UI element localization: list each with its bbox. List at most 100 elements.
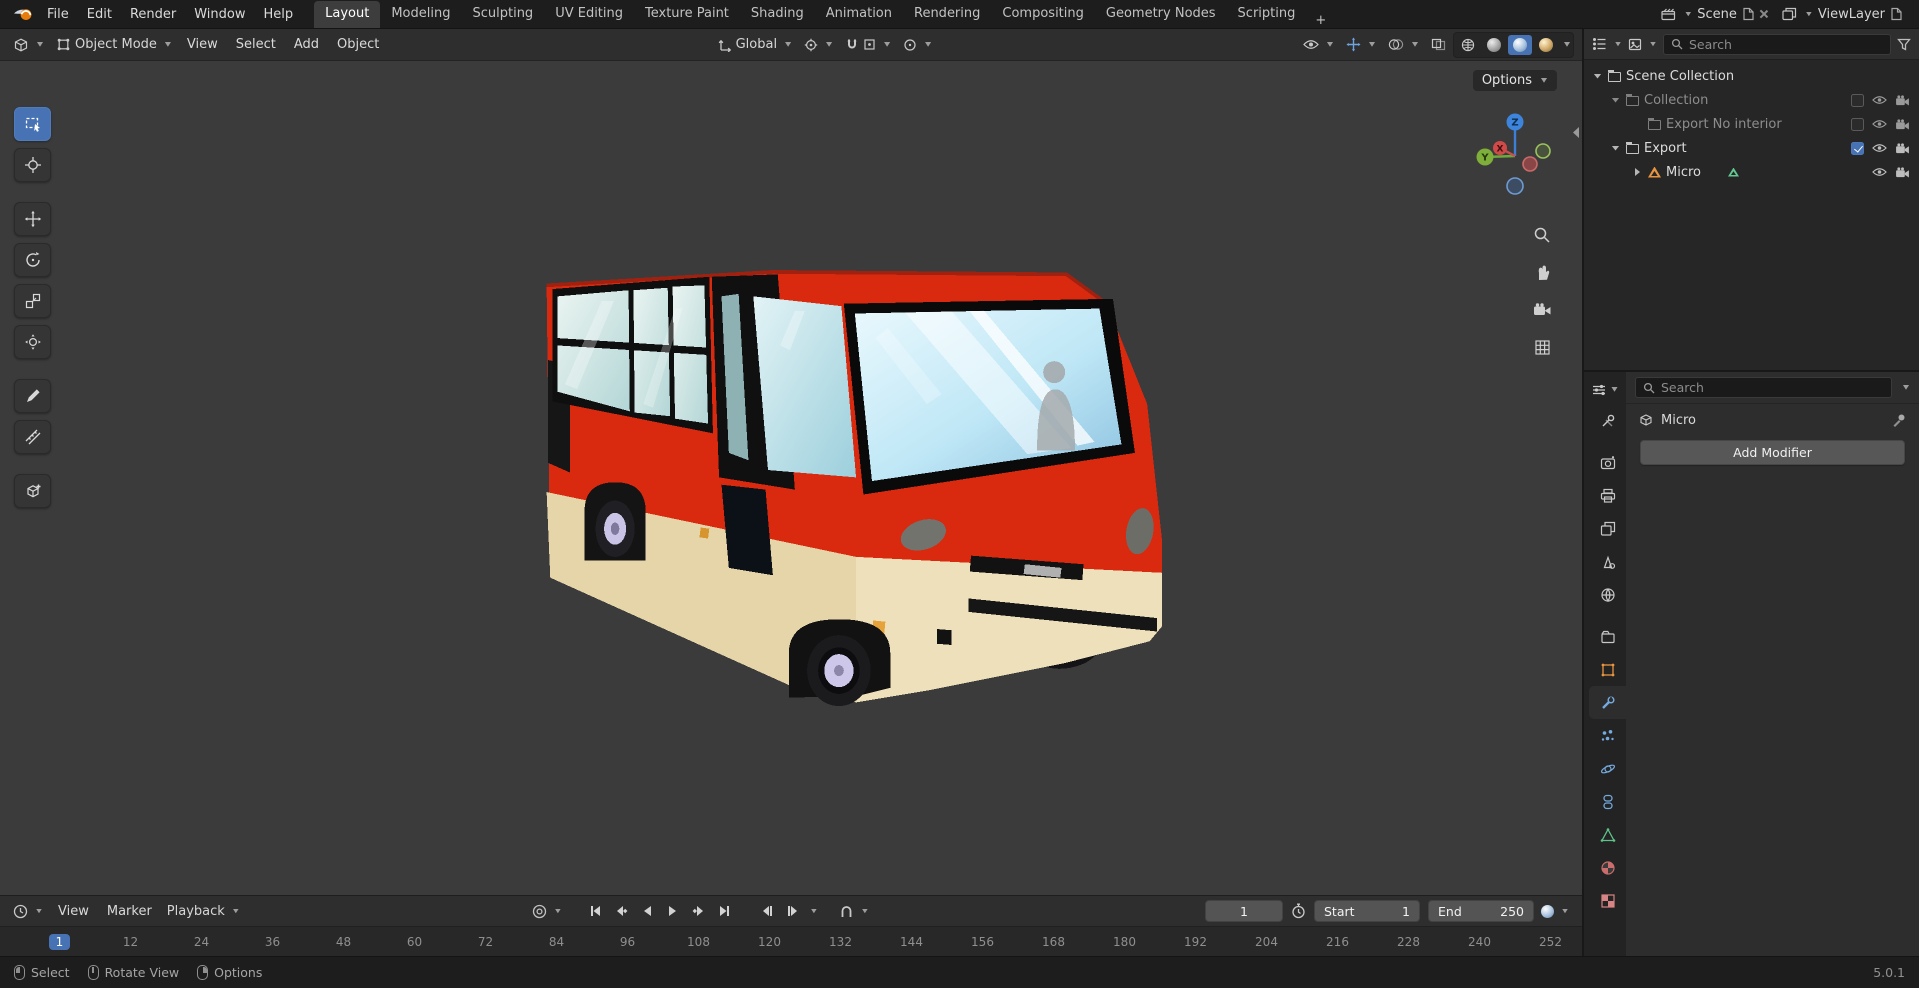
- preview-range-stopwatch-icon[interactable]: [1285, 903, 1312, 919]
- tab-texture[interactable]: [1589, 884, 1626, 917]
- properties-editor-type-button[interactable]: [1584, 375, 1626, 404]
- sidebar-collapse-arrow[interactable]: [1573, 127, 1579, 138]
- outliner-editor-type-button[interactable]: [1592, 37, 1622, 51]
- tab-physics[interactable]: [1589, 752, 1626, 785]
- viewport-menu-view[interactable]: View: [179, 37, 226, 52]
- scene-name[interactable]: Scene: [1697, 7, 1737, 22]
- options-button[interactable]: Options: [1472, 70, 1557, 91]
- mode-dropdown[interactable]: Object Mode: [51, 37, 177, 52]
- eye-icon[interactable]: [1872, 119, 1887, 129]
- workspace-tab-uv-editing[interactable]: UV Editing: [544, 1, 634, 28]
- jump-to-start-button[interactable]: [583, 900, 607, 922]
- tool-rotate[interactable]: [14, 243, 51, 277]
- tab-collection[interactable]: [1589, 620, 1626, 653]
- snapping-controls[interactable]: [840, 38, 896, 52]
- current-frame-marker[interactable]: 1: [24, 927, 95, 956]
- camera-icon[interactable]: [1895, 94, 1910, 106]
- view-layer-name[interactable]: ViewLayer: [1818, 7, 1885, 22]
- editor-type-button[interactable]: [8, 37, 49, 53]
- exclude-checkbox[interactable]: [1851, 93, 1864, 107]
- eye-icon[interactable]: [1872, 95, 1887, 105]
- tab-output[interactable]: [1589, 479, 1626, 512]
- new-view-layer-icon[interactable]: [1890, 7, 1902, 21]
- proportional-editing-controls[interactable]: [898, 38, 937, 52]
- disclosure-icon[interactable]: [1632, 168, 1643, 176]
- outliner-display-mode-button[interactable]: [1628, 38, 1657, 51]
- scene-selector[interactable]: Scene: [1656, 7, 1774, 22]
- outliner-row-scene-collection[interactable]: Scene Collection: [1584, 64, 1919, 88]
- disclosure-icon[interactable]: [1610, 145, 1621, 151]
- workspace-tab-sculpting[interactable]: Sculpting: [461, 1, 544, 28]
- view-layer-selector[interactable]: ViewLayer: [1777, 7, 1907, 22]
- chevron-down-icon[interactable]: [1902, 385, 1910, 390]
- navigation-gizmo[interactable]: Z Y X: [1472, 113, 1558, 199]
- filter-icon[interactable]: [1897, 38, 1911, 51]
- exclude-checkbox-checked[interactable]: [1851, 141, 1864, 155]
- outliner-search-input[interactable]: Search: [1663, 33, 1891, 55]
- playback-sync-dropdown[interactable]: [1536, 904, 1574, 918]
- transform-orientation-dropdown[interactable]: Global: [713, 37, 797, 52]
- frame-start-field[interactable]: Start 1: [1314, 900, 1420, 922]
- tab-constraints[interactable]: [1589, 785, 1626, 818]
- exclude-checkbox[interactable]: [1851, 117, 1864, 131]
- tool-transform[interactable]: [14, 325, 51, 359]
- shading-wireframe-button[interactable]: [1456, 35, 1480, 55]
- tool-select-box[interactable]: [14, 107, 51, 141]
- unlink-scene-icon[interactable]: [1759, 9, 1769, 19]
- disclosure-icon[interactable]: [1592, 73, 1603, 79]
- pivot-point-dropdown[interactable]: [799, 38, 838, 52]
- tab-view-layer[interactable]: [1589, 512, 1626, 545]
- workspace-tab-scripting[interactable]: Scripting: [1227, 1, 1307, 28]
- workspace-tab-layout[interactable]: Layout: [314, 1, 381, 28]
- frame-step-back-button[interactable]: [755, 900, 779, 922]
- eye-icon[interactable]: [1872, 167, 1887, 177]
- tool-measure[interactable]: [14, 420, 51, 454]
- workspace-tab-modeling[interactable]: Modeling: [380, 1, 461, 28]
- menu-help[interactable]: Help: [255, 0, 303, 28]
- outliner-row-export[interactable]: Export: [1584, 136, 1919, 160]
- timeline-snapping-controls[interactable]: [834, 904, 874, 918]
- timeline-menu-playback[interactable]: Playback: [162, 904, 245, 919]
- tool-add-cube[interactable]: [14, 474, 51, 508]
- tab-scene[interactable]: [1589, 545, 1626, 578]
- workspace-tab-geometry-nodes[interactable]: Geometry Nodes: [1095, 1, 1227, 28]
- tool-cursor[interactable]: [14, 148, 51, 182]
- camera-view-button[interactable]: [1528, 296, 1556, 324]
- zoom-button[interactable]: [1528, 221, 1556, 249]
- menu-file[interactable]: File: [38, 0, 78, 28]
- disclosure-icon[interactable]: [1610, 97, 1621, 103]
- tool-annotate[interactable]: [14, 379, 51, 413]
- shading-rendered-button[interactable]: [1534, 35, 1558, 55]
- blender-logo-icon[interactable]: [8, 0, 38, 28]
- object-visibility-dropdown[interactable]: [1298, 39, 1339, 50]
- frame-end-field[interactable]: End 250: [1428, 900, 1534, 922]
- menu-edit[interactable]: Edit: [78, 0, 121, 28]
- shading-solid-button[interactable]: [1482, 35, 1506, 55]
- tab-object-data[interactable]: [1589, 818, 1626, 851]
- auto-keying-controls[interactable]: [527, 904, 567, 919]
- camera-icon[interactable]: [1895, 166, 1910, 178]
- xray-toggle[interactable]: [1426, 38, 1451, 51]
- viewport-menu-object[interactable]: Object: [329, 37, 387, 52]
- tab-tool[interactable]: [1589, 404, 1626, 437]
- current-frame-field[interactable]: 1: [1205, 900, 1283, 922]
- outliner-row-collection[interactable]: Collection: [1584, 88, 1919, 112]
- tab-object[interactable]: [1589, 653, 1626, 686]
- overlays-toggle[interactable]: [1383, 38, 1424, 51]
- timeline-ruler[interactable]: 1 12 24 36 48 60 72 84 96 108 120 132 14…: [0, 926, 1582, 956]
- outliner-row-export-no-interior[interactable]: Export No interior: [1584, 112, 1919, 136]
- pan-hand-button[interactable]: [1528, 258, 1556, 286]
- properties-search-input[interactable]: Search: [1635, 377, 1892, 398]
- menu-render[interactable]: Render: [121, 0, 185, 28]
- tool-scale[interactable]: [14, 284, 51, 318]
- workspace-tab-rendering[interactable]: Rendering: [903, 1, 991, 28]
- tab-particles[interactable]: [1589, 719, 1626, 752]
- timeline-menu-marker[interactable]: Marker: [99, 904, 160, 919]
- prev-keyframe-button[interactable]: [609, 900, 633, 922]
- add-modifier-button[interactable]: Add Modifier: [1640, 440, 1905, 465]
- next-keyframe-button[interactable]: [687, 900, 711, 922]
- outliner-row-micro[interactable]: Micro: [1584, 160, 1919, 184]
- camera-icon[interactable]: [1895, 142, 1910, 154]
- add-workspace-button[interactable]: +: [1306, 13, 1335, 28]
- tab-modifiers[interactable]: [1589, 686, 1626, 719]
